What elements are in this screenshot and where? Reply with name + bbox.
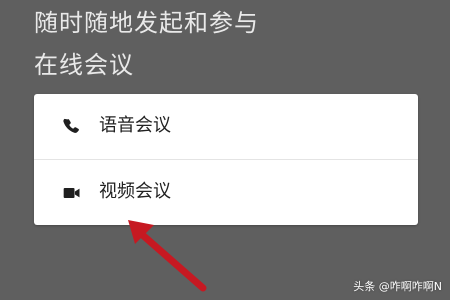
voice-meeting-label: 语音会议	[99, 115, 171, 136]
meeting-options-card: 语音会议 视频会议	[34, 94, 418, 225]
phone-icon	[63, 118, 79, 133]
page-title: 随时随地发起和参与 在线会议	[34, 2, 414, 86]
headline-line-1: 随时随地发起和参与	[34, 9, 259, 37]
headline-line-2: 在线会议	[34, 51, 134, 79]
watermark: 头条 @咋啊咋啊N	[353, 280, 442, 293]
red-arrow-icon	[128, 220, 207, 292]
video-camera-icon	[63, 188, 80, 198]
voice-meeting-option[interactable]: 语音会议	[34, 94, 418, 159]
video-meeting-label: 视频会议	[99, 181, 171, 202]
video-meeting-option[interactable]: 视频会议	[34, 160, 418, 225]
